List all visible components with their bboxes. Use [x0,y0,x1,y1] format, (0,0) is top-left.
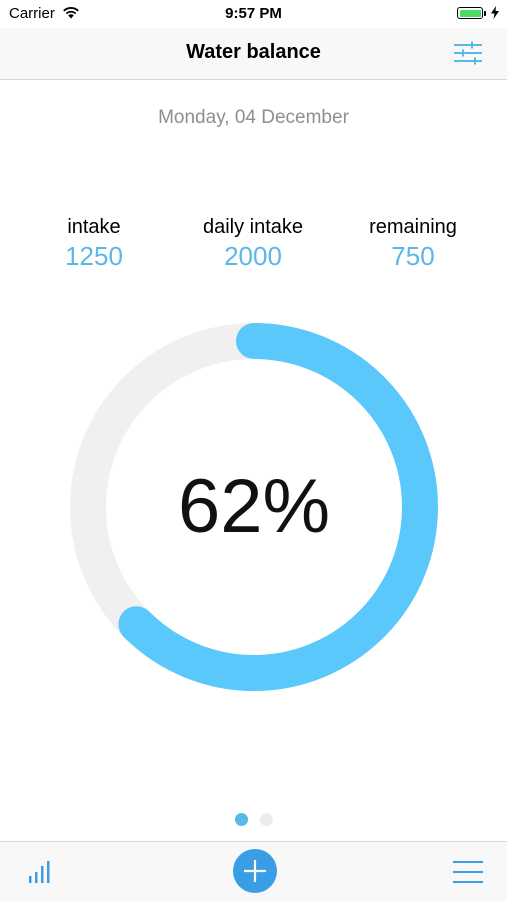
page-dot-1[interactable] [234,813,248,826]
status-bar: Carrier 9:57 PM [0,0,507,28]
page-title: Water balance [186,41,321,63]
plus-icon [244,860,266,882]
clock: 9:57 PM [225,5,282,22]
page-dot-2[interactable] [259,813,273,826]
remaining-label: remaining [369,216,457,238]
menu-icon[interactable] [453,860,483,884]
progress-percent: 62% [177,464,331,549]
charging-icon [491,6,499,19]
daily-intake-label: daily intake [202,216,304,238]
page-indicator[interactable] [0,813,507,831]
sliders-icon[interactable] [451,39,485,67]
bar-chart-icon[interactable] [28,860,54,884]
tab-bar [0,841,507,901]
add-water-button[interactable] [233,849,277,893]
date-label: Monday, 04 December [158,107,349,128]
intake-value: 1250 [65,241,123,271]
daily-intake-value: 2000 [224,241,282,271]
intake-label: intake [67,216,121,238]
battery-icon [457,7,483,19]
battery-tip [484,11,486,16]
remaining-value: 750 [391,241,435,271]
intake-stat: intake 1250 [14,216,174,272]
daily-intake-stat: daily intake 2000 [173,216,333,272]
remaining-stat: remaining 750 [333,216,493,272]
navigation-bar: Water balance [0,28,507,80]
